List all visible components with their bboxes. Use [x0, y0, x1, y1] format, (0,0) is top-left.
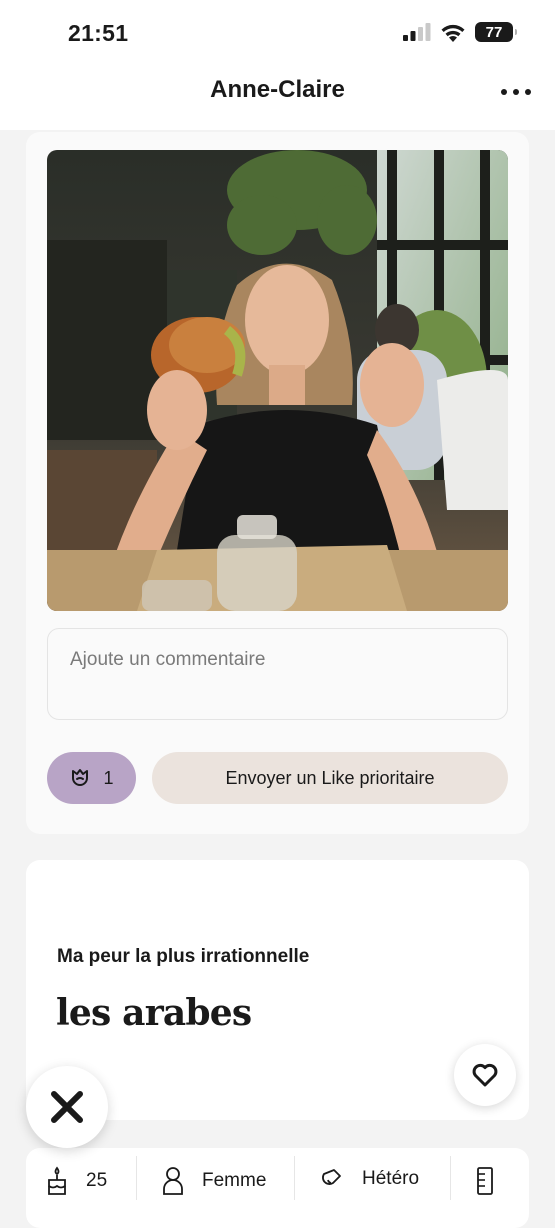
battery-indicator: 77: [475, 22, 517, 42]
comment-input[interactable]: Ajoute un commentaire: [47, 628, 508, 720]
age-item: 25: [46, 1166, 107, 1196]
divider: [450, 1156, 451, 1200]
orientation-item: Hétéro: [318, 1166, 419, 1192]
profile-name: Anne-Claire: [210, 76, 345, 103]
orientation-value: Hétéro: [362, 1168, 420, 1189]
wifi-icon: [441, 24, 465, 42]
close-icon: [51, 1091, 83, 1123]
rose-count: 1: [103, 767, 114, 788]
status-time: 21:51: [68, 20, 129, 46]
prompt-question: Ma peur la plus irrationnelle: [57, 946, 310, 967]
rose-icon: [72, 769, 89, 786]
status-bar: 21:51 77: [0, 0, 555, 62]
prompt-answer: les arabes: [56, 992, 252, 1034]
comment-placeholder: Ajoute un commentaire: [70, 649, 266, 670]
nav-bar: Anne-Claire: [0, 62, 555, 130]
divider: [136, 1156, 137, 1200]
battery-level: 77: [485, 23, 503, 41]
photo-card: Ajoute un commentaire 1 Envoyer un Like …: [26, 132, 529, 834]
photo-illustration: [47, 150, 508, 611]
cellular-signal-icon: [403, 23, 431, 41]
more-horizontal-icon: [501, 89, 507, 95]
rose-button[interactable]: 1: [47, 752, 136, 804]
heart-icon: [472, 1063, 498, 1087]
prompt-card: Ma peur la plus irrationnelle les arabes: [26, 860, 529, 1120]
gender-value: Femme: [202, 1170, 267, 1191]
ruler-icon: [477, 1167, 493, 1195]
age-value: 25: [86, 1170, 108, 1191]
person-icon: [163, 1167, 183, 1195]
profile-photo[interactable]: [47, 150, 508, 611]
like-prompt-button[interactable]: [454, 1044, 516, 1106]
height-item: [476, 1166, 494, 1196]
dismiss-button[interactable]: [26, 1066, 108, 1148]
cake-icon: [48, 1166, 66, 1195]
gender-item: Femme: [162, 1166, 266, 1196]
magnet-icon: [322, 1169, 341, 1185]
status-icons: 77: [403, 22, 517, 42]
info-card: 25 Femme Hétéro: [26, 1148, 529, 1228]
more-options-button[interactable]: [501, 82, 531, 102]
priority-like-label: Envoyer un Like prioritaire: [225, 767, 435, 788]
divider: [294, 1156, 295, 1200]
priority-like-button[interactable]: Envoyer un Like prioritaire: [152, 752, 508, 804]
